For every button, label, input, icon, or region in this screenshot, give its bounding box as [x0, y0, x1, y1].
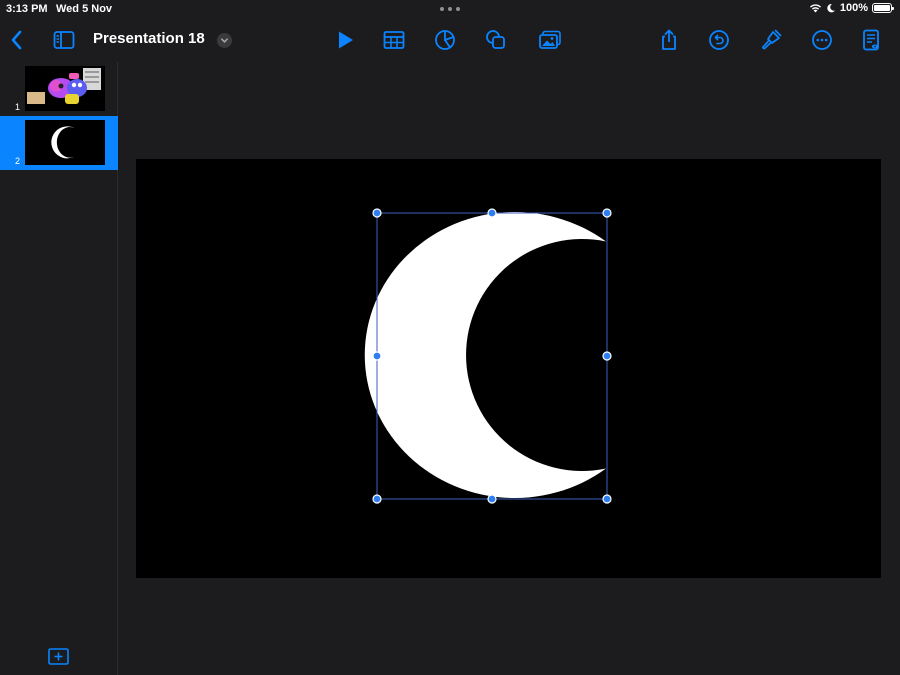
table-icon[interactable]	[380, 26, 408, 54]
chevron-down-icon[interactable]	[217, 33, 232, 48]
multitasking-dots-icon[interactable]	[440, 7, 460, 11]
slide-thumbnail-2[interactable]: 2	[0, 116, 118, 170]
slide-number: 1	[15, 102, 21, 112]
toy-animals-thumbnail	[25, 66, 105, 111]
add-slide-icon[interactable]	[48, 648, 69, 665]
keynote-app: 3:13 PM Wed 5 Nov 100% Presentation 18 1…	[0, 0, 900, 675]
paintbrush-icon[interactable]	[757, 26, 785, 54]
status-time: 3:13 PM	[6, 3, 48, 15]
moon-focus-icon	[827, 3, 835, 13]
media-icon[interactable]	[536, 26, 564, 54]
resize-handle-bottom-left[interactable]	[372, 494, 382, 504]
status-right: 100%	[809, 2, 894, 14]
slide-canvas	[118, 62, 900, 675]
slide-content	[364, 208, 612, 504]
slide-navigator: 1 2	[0, 62, 118, 675]
moon-thumbnail	[25, 120, 105, 165]
crescent-moon-shape[interactable]	[364, 212, 606, 499]
document-title[interactable]: Presentation 18	[93, 30, 205, 47]
resize-handle-top-right[interactable]	[602, 208, 612, 218]
undo-icon[interactable]	[705, 26, 733, 54]
slide[interactable]	[136, 159, 881, 578]
slide-thumbnail-1[interactable]: 1	[0, 62, 118, 116]
toolbar: Presentation 18	[0, 18, 900, 62]
share-icon[interactable]	[655, 26, 683, 54]
resize-handle-left[interactable]	[372, 351, 382, 361]
status-date: Wed 5 Nov	[56, 3, 113, 15]
resize-handle-top[interactable]	[487, 208, 497, 218]
resize-handle-bottom[interactable]	[487, 494, 497, 504]
more-icon[interactable]	[808, 26, 836, 54]
chevron-left-icon[interactable]	[3, 26, 31, 54]
battery-percent: 100%	[839, 2, 868, 14]
status-bar: 3:13 PM Wed 5 Nov 100%	[0, 0, 900, 18]
presenter-notes-icon[interactable]	[857, 26, 885, 54]
chart-icon[interactable]	[431, 26, 459, 54]
resize-handle-bottom-right[interactable]	[602, 494, 612, 504]
play-icon[interactable]	[331, 26, 359, 54]
wifi-icon	[809, 4, 821, 13]
shapes-icon[interactable]	[482, 26, 510, 54]
resize-handle-right[interactable]	[602, 351, 612, 361]
sidebar-toggle-icon[interactable]	[50, 26, 78, 54]
slide-number: 2	[15, 156, 21, 166]
battery-icon	[872, 3, 894, 13]
resize-handle-top-left[interactable]	[372, 208, 382, 218]
